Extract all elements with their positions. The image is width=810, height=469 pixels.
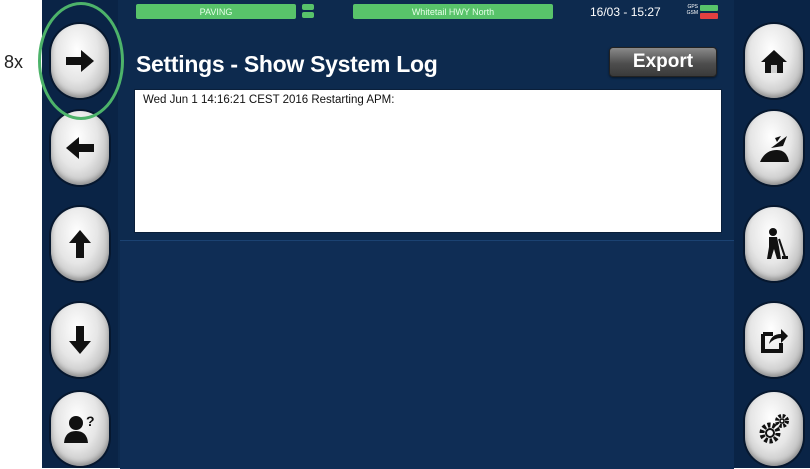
export-share-icon (761, 329, 788, 353)
scroll-down-button[interactable] (51, 303, 109, 377)
export-share-button[interactable] (745, 303, 803, 377)
user-help-icon: ? (64, 413, 95, 443)
status-light-bottom (302, 12, 314, 18)
status-light-top (302, 4, 314, 10)
operator-button[interactable] (745, 207, 803, 281)
project-name: Whitetail HWY North (353, 4, 553, 19)
home-icon (761, 50, 787, 73)
signal-labels: GPS GSM (684, 4, 698, 16)
svg-text:?: ? (86, 413, 95, 429)
status-bar: PAVING Whitetail HWY North 16/03 - 15:27… (120, 0, 734, 36)
content-panel (120, 240, 734, 469)
gps-indicator (700, 5, 718, 11)
log-line: Wed Jun 1 14:16:21 CEST 2016 Restarting … (143, 94, 395, 106)
arrow-left-icon (66, 137, 94, 159)
system-log-view[interactable]: Wed Jun 1 14:16:21 CEST 2016 Restarting … (134, 89, 722, 233)
back-button[interactable] (51, 111, 109, 185)
gsm-label: GSM (686, 10, 698, 16)
arrow-down-icon (69, 326, 91, 354)
settings-button[interactable] (745, 392, 803, 466)
mode-indicator: PAVING (136, 4, 296, 19)
scroll-up-button[interactable] (51, 207, 109, 281)
settings-gears-icon (759, 414, 789, 444)
worker-icon (767, 228, 788, 259)
gsm-indicator (700, 13, 718, 19)
help-button[interactable]: ? (51, 392, 109, 466)
datetime-display: 16/03 - 15:27 (590, 5, 661, 19)
right-nav (734, 0, 810, 468)
arrow-up-icon (69, 230, 91, 258)
page-title: Settings - Show System Log (136, 51, 438, 77)
paving-icon (760, 136, 789, 162)
export-button[interactable]: Export (609, 47, 717, 77)
annotation-label: 8x (4, 52, 24, 72)
highlight-circle (38, 2, 124, 120)
paving-button[interactable] (745, 111, 803, 185)
home-button[interactable] (745, 24, 803, 98)
